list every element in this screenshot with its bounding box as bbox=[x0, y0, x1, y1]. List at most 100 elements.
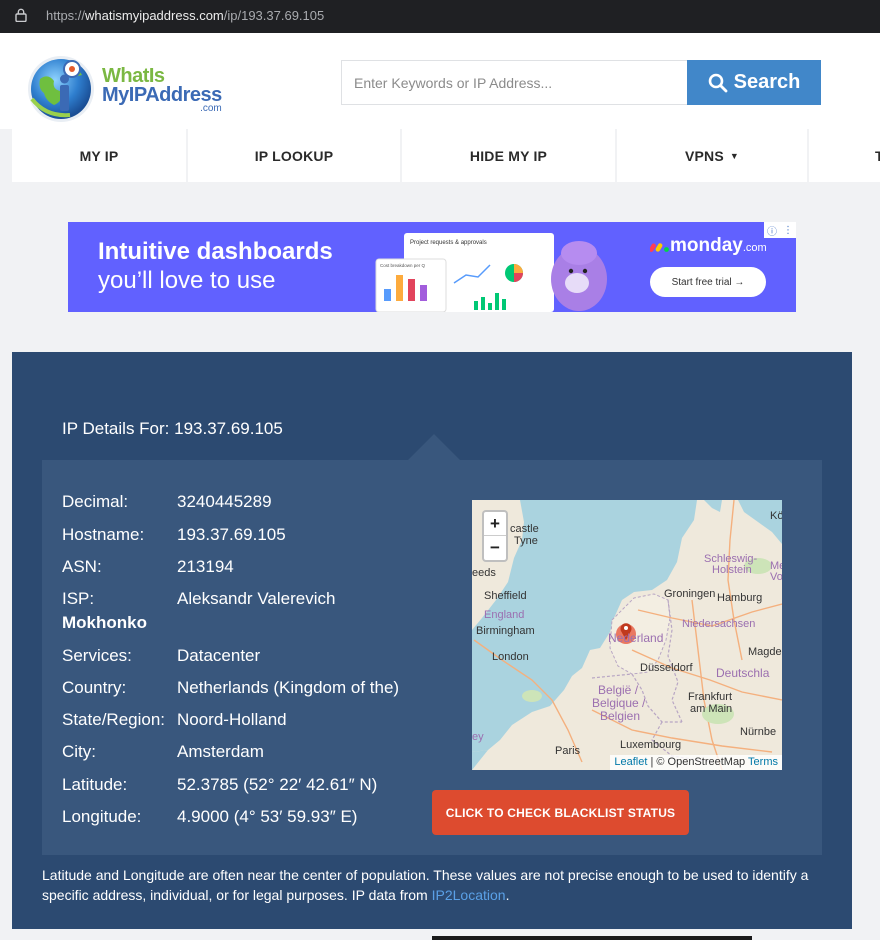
detail-value: Amsterdam bbox=[177, 742, 264, 761]
attribution-text: | © OpenStreetMap bbox=[647, 756, 749, 768]
ad-info-icon[interactable]: ⓘ bbox=[767, 223, 777, 238]
zoom-out-button[interactable]: − bbox=[484, 536, 506, 560]
detail-label: Hostname: bbox=[62, 525, 145, 544]
map-label: Belgien bbox=[600, 709, 641, 723]
location-disclaimer: Latitude and Longitude are often near th… bbox=[42, 865, 822, 905]
detail-value: Noord-Holland bbox=[177, 710, 287, 729]
site-header: WhatIs MyIPAddress .com Search bbox=[0, 33, 880, 129]
ad-banner[interactable]: Intuitive dashboards you’ll love to use … bbox=[68, 222, 796, 312]
map-label: Belgique / bbox=[592, 696, 646, 710]
dropdown-arrow-icon: ▼ bbox=[729, 150, 740, 161]
detail-row-hostname: Hostname: 193.37.69.105 bbox=[62, 525, 286, 545]
detail-value: 4.9000 (4° 53′ 59.93″ E) bbox=[177, 807, 358, 826]
map-label: Luxembourg bbox=[620, 739, 682, 751]
map-label: Tyne bbox=[514, 535, 538, 547]
map-label: Nürnbe bbox=[740, 726, 777, 738]
location-map[interactable]: castle Tyne eeds Sheffield England Birmi… bbox=[472, 500, 782, 770]
detail-label: Longitude: bbox=[62, 807, 142, 826]
detail-row-asn: ASN: 213194 bbox=[62, 557, 234, 577]
isp-value-continuation: Mokhonko bbox=[62, 613, 147, 632]
zoom-in-button[interactable]: + bbox=[484, 512, 506, 536]
ad-art-chart-title: Cost breakdown per Q bbox=[380, 263, 426, 268]
detail-value: Aleksandr Valerevich bbox=[177, 589, 336, 608]
map-zoom-control: + − bbox=[482, 510, 508, 562]
map-label: London bbox=[492, 651, 529, 663]
map-attribution: Leaflet | © OpenStreetMap Terms bbox=[610, 755, 782, 770]
detail-row-decimal: Decimal: 3240445289 bbox=[62, 492, 272, 512]
detail-label: ISP: bbox=[62, 589, 95, 608]
ip2location-link[interactable]: IP2Location bbox=[432, 887, 506, 903]
detail-row-services: Services: Datacenter bbox=[62, 646, 260, 666]
next-ad-strip bbox=[432, 936, 752, 940]
map-label: Kö bbox=[770, 510, 782, 522]
detail-label: Decimal: bbox=[62, 492, 129, 511]
detail-row-latitude: Latitude: 52.3785 (52° 22′ 42.61″ N) bbox=[62, 775, 377, 795]
nav-label: VPNS bbox=[684, 147, 724, 164]
search-button[interactable]: Search bbox=[687, 60, 821, 105]
map-label: Nederland bbox=[608, 631, 664, 645]
map-label: am Main bbox=[690, 703, 733, 715]
ad-dashboard-illustration: Project requests & approvals Cost breakd… bbox=[375, 233, 607, 312]
map-label: Niedersachsen bbox=[682, 618, 756, 630]
ad-brand-logo: monday.com bbox=[649, 235, 767, 257]
url-path: /ip/193.37.69.105 bbox=[223, 8, 325, 23]
nav-item-truncated[interactable]: T bbox=[809, 129, 880, 182]
check-blacklist-button[interactable]: CLICK TO CHECK BLACKLIST STATUS bbox=[432, 790, 689, 835]
disclaimer-end: . bbox=[505, 887, 510, 903]
url-text[interactable]: https://whatismyipaddress.com/ip/193.37.… bbox=[46, 8, 324, 23]
monday-logo-icon bbox=[649, 243, 669, 252]
browser-address-bar[interactable]: https://whatismyipaddress.com/ip/193.37.… bbox=[0, 0, 880, 33]
detail-label: Latitude: bbox=[62, 775, 128, 794]
nav-item-hide-my-ip[interactable]: HIDE MY IP bbox=[402, 129, 615, 182]
ad-brand-suffix: .com bbox=[742, 242, 767, 254]
nav-item-my-ip[interactable]: MY IP bbox=[12, 129, 186, 182]
logo-wordmark: WhatIs MyIPAddress .com bbox=[102, 66, 222, 114]
detail-row-country: Country: Netherlands (Kingdom of the) bbox=[62, 678, 399, 698]
detail-row-longitude: Longitude: 4.9000 (4° 53′ 59.93″ E) bbox=[62, 807, 357, 827]
map-label: Düsseldorf bbox=[640, 662, 693, 674]
main-nav: MY IP IP LOOKUP HIDE MY IP VPNS ▼ T bbox=[0, 129, 880, 182]
map-label: Hamburg bbox=[717, 592, 763, 604]
map-label: Magde bbox=[748, 646, 782, 658]
ad-subline: you’ll love to use bbox=[98, 267, 276, 294]
terms-link[interactable]: Terms bbox=[748, 756, 778, 768]
map-label: Deutschla bbox=[716, 666, 770, 680]
detail-value: 52.3785 (52° 22′ 42.61″ N) bbox=[177, 775, 378, 794]
disclaimer-text: Latitude and Longitude are often near th… bbox=[42, 867, 809, 903]
ad-art-title: Project requests & approvals bbox=[410, 240, 487, 246]
map-label: Sheffield bbox=[484, 590, 527, 602]
map-label: Paris bbox=[555, 745, 581, 757]
search-button-label: Search bbox=[733, 71, 801, 93]
ad-choices[interactable]: ⓘ ⋮ bbox=[764, 222, 796, 238]
detail-label: Country: bbox=[62, 678, 127, 697]
leaflet-link[interactable]: Leaflet bbox=[614, 756, 647, 768]
ad-menu-icon[interactable]: ⋮ bbox=[783, 225, 793, 236]
detail-value: Netherlands (Kingdom of the) bbox=[177, 678, 400, 697]
detail-row-state: State/Region: Noord-Holland bbox=[62, 710, 287, 730]
ad-headline: Intuitive dashboards bbox=[98, 238, 333, 265]
map-label: Frankfurt bbox=[688, 691, 733, 703]
map-label: England bbox=[484, 609, 525, 621]
nav-label: IP LOOKUP bbox=[254, 147, 334, 164]
nav-label: MY IP bbox=[79, 147, 119, 164]
nav-label: HIDE MY IP bbox=[469, 147, 548, 164]
detail-value: 3240445289 bbox=[177, 492, 272, 511]
map-label: Vo bbox=[770, 571, 782, 583]
site-logo[interactable]: WhatIs MyIPAddress .com bbox=[26, 53, 246, 125]
nav-item-ip-lookup[interactable]: IP LOOKUP bbox=[188, 129, 400, 182]
search-input[interactable] bbox=[341, 60, 687, 105]
detail-value: Datacenter bbox=[177, 646, 261, 665]
map-label: Groningen bbox=[664, 588, 716, 600]
map-label: castle bbox=[510, 523, 539, 535]
map-label: Birmingham bbox=[476, 625, 535, 637]
detail-value: 213194 bbox=[177, 557, 234, 576]
url-scheme: https:// bbox=[46, 8, 86, 23]
url-host: whatismyipaddress.com bbox=[85, 8, 224, 23]
globe-logo-icon bbox=[28, 56, 94, 122]
ip-details-title: IP Details For: 193.37.69.105 bbox=[62, 419, 283, 438]
map-place-labels: castle Tyne eeds Sheffield England Birmi… bbox=[472, 500, 782, 770]
map-label: eeds bbox=[472, 567, 496, 579]
ad-cta-button[interactable]: Start free trial → bbox=[650, 267, 766, 297]
detail-label: Services: bbox=[62, 646, 132, 665]
nav-item-vpns[interactable]: VPNS ▼ bbox=[617, 129, 807, 182]
